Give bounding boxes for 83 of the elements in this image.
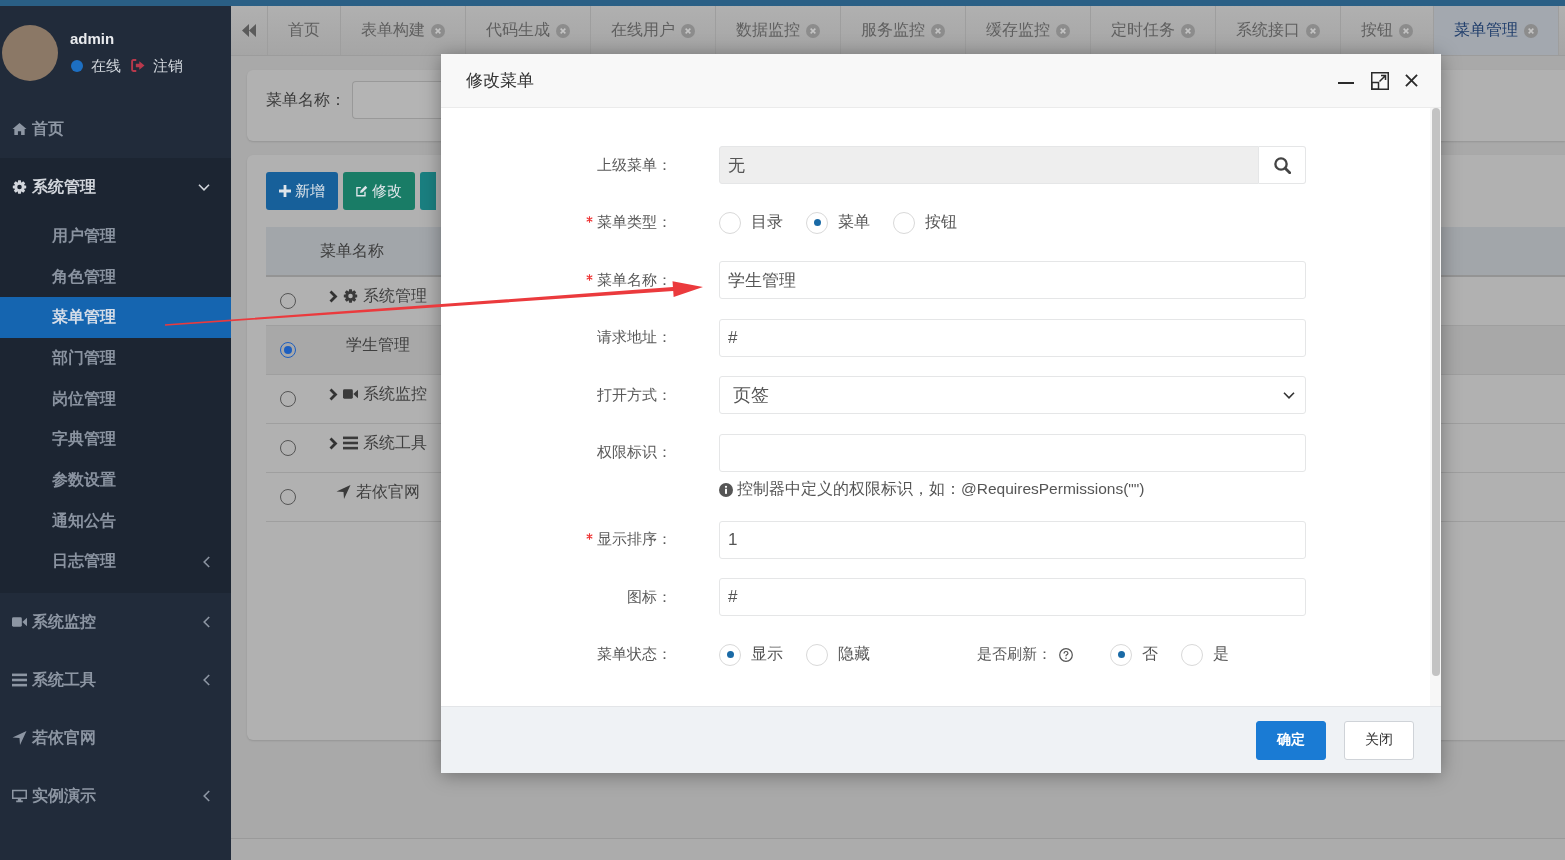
form-label: 上级菜单： [597, 155, 672, 175]
video-camera-icon [12, 615, 27, 630]
user-name: admin [70, 29, 116, 48]
help-text: 控制器中定义的权限标识，如：@RequiresPermissions("") [737, 479, 1145, 499]
column-header[interactable]: 菜单名称 [320, 240, 384, 262]
radio-label[interactable]: 隐藏 [838, 644, 870, 665]
select-field[interactable]: 页签 [719, 376, 1306, 414]
logout-icon [131, 59, 145, 72]
dialog-title: 修改菜单 [466, 70, 534, 92]
input-field[interactable]: 学生管理 [719, 261, 1306, 299]
radio-label[interactable]: 否 [1142, 644, 1158, 665]
avatar [2, 25, 58, 81]
form-label: 是否刷新： [977, 645, 1052, 664]
table-cell: 学生管理 [346, 337, 410, 353]
nav-item[interactable]: 实例演示 [0, 767, 231, 826]
add-button[interactable]: 新增 [266, 172, 338, 210]
gear-icon [343, 289, 358, 303]
input-field[interactable]: # [719, 578, 1306, 616]
form-label: 显示排序： [597, 530, 672, 549]
status-text: 在线 [91, 56, 121, 75]
table-cell: 若依官网 [356, 484, 420, 500]
radio-label[interactable]: 是 [1213, 644, 1229, 665]
submenu-item[interactable]: 部门管理 [0, 338, 231, 379]
close-button[interactable]: 关闭 [1344, 720, 1414, 760]
submenu-item[interactable]: 岗位管理 [0, 378, 231, 420]
close-icon [1405, 74, 1418, 87]
radio-label[interactable]: 按钮 [925, 212, 957, 233]
nav-item[interactable]: 首页 [0, 100, 231, 158]
bars-icon [12, 673, 27, 688]
gear-icon [12, 180, 27, 194]
question-icon [1059, 647, 1073, 662]
search-icon [1273, 156, 1291, 174]
form-label: 菜单状态： [597, 645, 672, 664]
submenu-item[interactable]: 日志管理 [0, 541, 231, 583]
submenu-item[interactable]: 参数设置 [0, 460, 231, 501]
close-button[interactable] [1405, 74, 1418, 87]
form-label: 图标： [627, 587, 672, 607]
nav-item[interactable]: 系统管理 [0, 158, 231, 216]
nav-item[interactable]: 系统监控 [0, 593, 231, 652]
submenu-item[interactable]: 字典管理 [0, 419, 231, 461]
home-icon [12, 122, 27, 136]
submenu-item[interactable]: 角色管理 [0, 256, 231, 298]
input-field[interactable]: 无 [719, 146, 1259, 184]
search-button[interactable] [1259, 146, 1306, 184]
info-icon [719, 482, 733, 497]
bars-icon [343, 436, 358, 450]
chevron-down-icon [1283, 391, 1295, 399]
input-field[interactable]: 1 [719, 520, 1306, 559]
radio-label[interactable]: 菜单 [838, 212, 870, 233]
maximize-icon [1371, 71, 1389, 90]
form-label: 打开方式： [597, 385, 672, 405]
table-cell: 系统监控 [363, 386, 427, 402]
submenu-item[interactable]: 用户管理 [0, 216, 231, 257]
minimize-icon [1338, 81, 1354, 84]
edit-icon [356, 185, 368, 197]
double-arrow-left-icon [242, 24, 256, 37]
confirm-button[interactable]: 确定 [1256, 720, 1326, 760]
scrollbar[interactable] [1431, 108, 1440, 676]
form-label: 菜单类型： [597, 213, 672, 232]
form-label: 权限标识： [597, 443, 672, 462]
table-cell: 系统工具 [363, 435, 427, 451]
maximize-button[interactable] [1371, 71, 1389, 90]
logout-link[interactable]: 注销 [153, 56, 183, 75]
edit-button[interactable]: 修改 [343, 172, 415, 210]
location-arrow-icon [12, 731, 27, 746]
radio-label[interactable]: 显示 [751, 644, 783, 665]
form-label: 菜单名称： [597, 270, 672, 290]
tab[interactable]: 首页 [268, 6, 341, 55]
location-arrow-icon [336, 485, 351, 499]
monitor-icon [12, 789, 27, 804]
radio-label[interactable]: 目录 [751, 212, 783, 233]
form-label: 请求地址： [597, 328, 672, 347]
plus-icon [279, 185, 291, 197]
status-dot-icon [71, 59, 83, 72]
table-cell: 系统管理 [363, 288, 427, 304]
tab[interactable]: 菜单管理 [1434, 6, 1559, 55]
video-camera-icon [343, 387, 358, 401]
input-field[interactable]: # [719, 318, 1306, 357]
nav-item[interactable]: 系统工具 [0, 651, 231, 710]
submenu-item[interactable]: 菜单管理 [0, 297, 231, 339]
submenu-item[interactable]: 通知公告 [0, 500, 231, 542]
nav-item[interactable]: 若依官网 [0, 709, 231, 768]
search-label: 菜单名称： [266, 89, 346, 110]
